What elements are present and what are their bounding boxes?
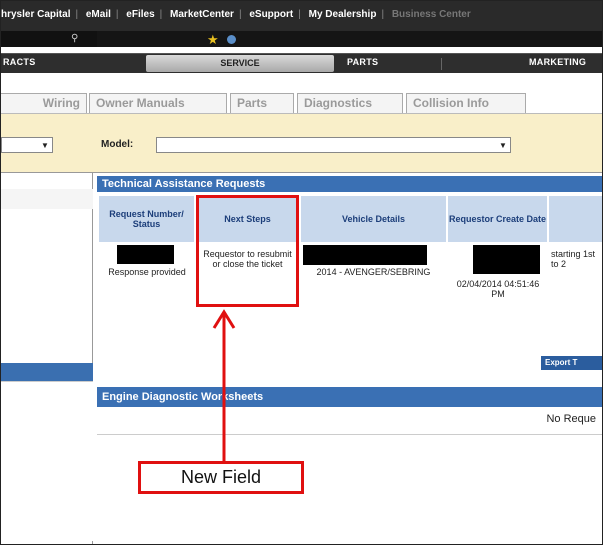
nav-service-label: SERVICE [220, 58, 260, 68]
model-select[interactable] [156, 137, 511, 153]
top-link-email[interactable]: eMail [86, 9, 111, 20]
cell-vehicle: 2014 - AVENGER/SEBRING [316, 267, 431, 277]
chevron-down-icon: ▼ [499, 141, 507, 150]
tab-owner-manuals[interactable]: Owner Manuals [89, 93, 227, 113]
top-link-chrysler-capital[interactable]: hrysler Capital [1, 9, 70, 20]
nav-marketing[interactable]: MARKETING [529, 57, 586, 67]
sub-tab-bar: Wiring Owner Manuals Parts Diagnostics C… [1, 89, 602, 113]
annotation-arrow-icon [212, 309, 236, 464]
redacted-vin [303, 245, 427, 265]
edw-panel-header: Engine Diagnostic Worksheets [97, 387, 602, 407]
top-link-efiles[interactable]: eFiles [126, 9, 154, 20]
cell-extra: starting 1st to 2 [551, 249, 596, 269]
edw-no-records: No Reque [546, 413, 596, 425]
new-field-callout: New Field [138, 461, 304, 494]
nav-parts[interactable]: PARTS [347, 57, 378, 67]
redacted-requestor [473, 245, 540, 274]
top-link-business-center[interactable]: Business Center [392, 9, 471, 20]
redacted-request-number [117, 245, 174, 264]
export-button[interactable]: Export T [541, 356, 602, 370]
nav-divider [441, 58, 442, 70]
left-panel-section-header [1, 363, 93, 381]
favorites-star-icon[interactable]: ★ [207, 33, 219, 46]
column-header-vehicle: Vehicle Details [301, 196, 446, 242]
top-link-esupport[interactable]: eSupport [249, 9, 293, 20]
globe-icon[interactable] [227, 35, 236, 44]
top-link-marketcenter[interactable]: MarketCenter [170, 9, 234, 20]
column-header-request: Request Number/ Status [99, 196, 194, 242]
column-header-extra [549, 196, 602, 242]
screenshot-frame: hrysler Capital | eMail | eFiles | MarketCe… [0, 0, 603, 545]
new-field-highlight [196, 195, 299, 307]
tab-collision-info[interactable]: Collision Info [406, 93, 526, 113]
top-links: hrysler Capital | eMail | eFiles | MarketCe… [1, 9, 471, 20]
search-icon[interactable]: ⚲ [71, 33, 83, 45]
top-link-bar: hrysler Capital | eMail | eFiles | MarketCe… [1, 1, 602, 31]
top-link-my-dealership[interactable]: My Dealership [309, 9, 377, 20]
cell-status: Response provided [108, 267, 186, 277]
edw-panel-body [97, 407, 602, 435]
tab-wiring[interactable]: Wiring [1, 93, 87, 113]
tab-parts[interactable]: Parts [230, 93, 294, 113]
chevron-down-icon: ▼ [41, 141, 49, 150]
left-panel-list [1, 381, 93, 541]
left-panel-header [1, 189, 93, 209]
main-nav: RACTS SERVICE PARTS MARKETING [1, 53, 602, 73]
nav-service-tab[interactable]: SERVICE [146, 55, 334, 72]
toolbar-strip [97, 31, 602, 47]
model-label: Model: [101, 139, 134, 150]
column-header-create-date: Requestor Create Date [448, 196, 547, 242]
tab-diagnostics[interactable]: Diagnostics [297, 93, 403, 113]
cell-create-date: 02/04/2014 04:51:46 PM [456, 279, 540, 299]
nav-contracts[interactable]: RACTS [3, 57, 36, 67]
tar-panel-header: Technical Assistance Requests [97, 176, 602, 192]
